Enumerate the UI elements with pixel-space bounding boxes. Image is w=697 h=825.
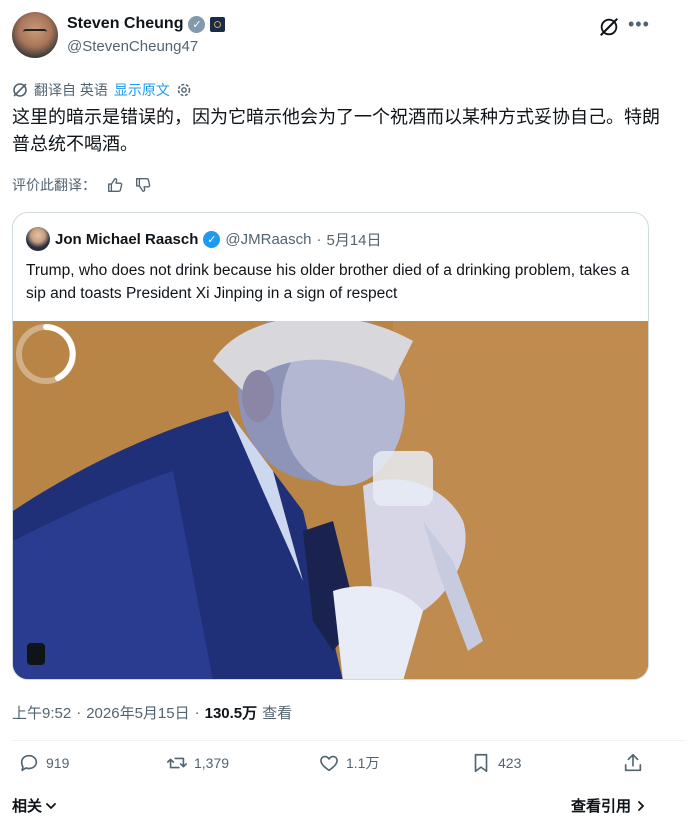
tweet-header: Steven Cheung ✓ @StevenCheung47 ••• [12, 12, 685, 64]
share-icon [624, 753, 642, 772]
quoted-tweet-header: Jon Michael Raasch ✓ @JMRaasch · 5月14日 [26, 227, 382, 251]
repost-icon [167, 757, 187, 769]
show-original-link[interactable]: 显示原文 [114, 80, 170, 100]
bookmark-icon [474, 753, 488, 773]
meta-separator: · [76, 704, 82, 721]
rate-translation-row: 评价此翻译： [12, 175, 152, 195]
verified-blue-icon: ✓ [203, 230, 221, 248]
view-quotes-label: 查看引用 [571, 798, 632, 815]
repost-count: 1,379 [194, 755, 230, 771]
more-options-icon[interactable]: ••• [628, 14, 650, 35]
quoted-tweet-text: Trump, who does not drink because his ol… [26, 262, 630, 302]
chevron-down-icon [46, 802, 56, 809]
reply-count: 919 [46, 755, 70, 771]
tweet-date[interactable]: 2026年5月15日 [86, 702, 189, 723]
video-frame-illustration [13, 321, 648, 679]
verified-gray-icon[interactable]: ✓ [188, 15, 206, 33]
action-bar: 919 1,379 1.1万 423 [0, 752, 697, 788]
tweet-text: 这里的暗示是错误的，因为它暗示他会为了一个祝酒而以某种方式妥协自己。特朗普总统不… [12, 107, 660, 154]
bookmark-button[interactable]: 423 [470, 752, 521, 774]
rate-translation-label: 评价此翻译： [12, 177, 96, 193]
gear-icon[interactable] [176, 82, 192, 98]
thumbs-down-icon[interactable] [134, 176, 152, 194]
bookmark-count: 423 [498, 755, 522, 771]
quoted-tweet-card[interactable]: Jon Michael Raasch ✓ @JMRaasch · 5月14日 T… [12, 212, 649, 680]
view-quotes-link[interactable]: 查看引用 [571, 795, 647, 816]
affiliation-badge-icon[interactable] [210, 16, 226, 32]
thumbs-up-icon[interactable] [106, 176, 124, 194]
author-display-name[interactable]: Steven Cheung [67, 15, 183, 33]
tweet-meta-row: 上午9:52 · 2026年5月15日 · 130.5万 查看 [12, 702, 292, 723]
translated-from-label: 翻译自 英语 [34, 82, 108, 98]
loading-spinner-icon [16, 324, 76, 384]
quoted-author-name: Jon Michael Raasch [55, 230, 199, 248]
author-name-row: Steven Cheung ✓ [67, 15, 226, 33]
author-handle[interactable]: @StevenCheung47 [67, 38, 198, 55]
divider [12, 740, 685, 741]
grok-icon[interactable] [598, 16, 620, 38]
quoted-video-media[interactable] [13, 321, 648, 679]
meta-separator: · [194, 704, 200, 721]
translation-row: 翻译自 英语 显示原文 [12, 80, 192, 100]
views-label: 查看 [262, 705, 293, 722]
like-button[interactable]: 1.1万 [318, 752, 379, 774]
related-dropdown[interactable]: 相关 [12, 795, 58, 816]
share-button[interactable] [622, 752, 644, 774]
repost-button[interactable]: 1,379 [166, 752, 229, 774]
views-count: 130.5万 [204, 705, 258, 722]
related-label: 相关 [12, 798, 43, 815]
translate-icon [13, 83, 27, 97]
heart-icon [320, 755, 338, 772]
like-count: 1.1万 [346, 755, 380, 771]
reply-icon [20, 754, 38, 772]
video-mute-button[interactable] [27, 643, 45, 665]
tweet-time[interactable]: 上午9:52 [12, 702, 71, 723]
quoted-tweet-date: 5月14日 [326, 231, 382, 249]
quoted-author-avatar [26, 227, 50, 251]
separator-dot: · [316, 230, 322, 248]
chevron-right-icon [638, 800, 645, 811]
reply-button[interactable]: 919 [18, 752, 69, 774]
quoted-author-handle: @JMRaasch [225, 230, 312, 248]
author-avatar[interactable] [12, 12, 58, 58]
